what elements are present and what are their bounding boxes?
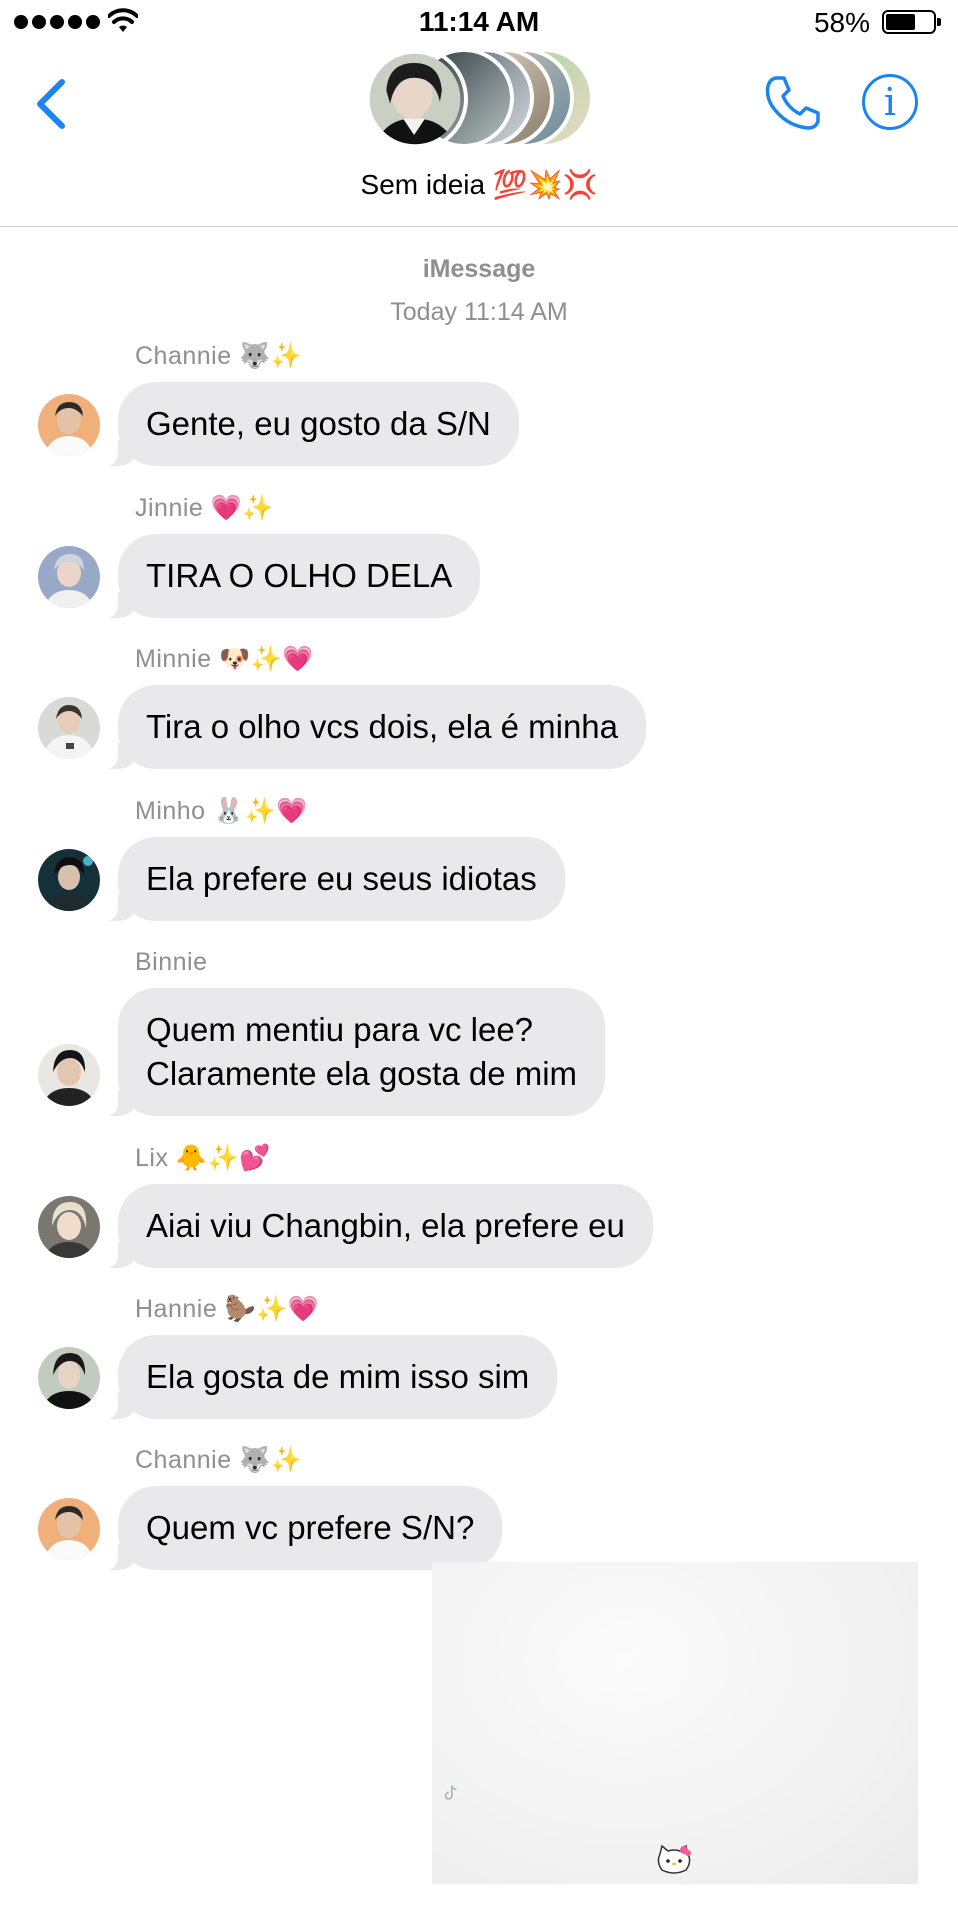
message-text: Quem vc prefere S/N? xyxy=(146,1509,475,1546)
message-bubble[interactable]: Gente, eu gosto da S/N xyxy=(100,382,519,466)
sender-avatar[interactable] xyxy=(38,1347,100,1409)
message-text: Ela gosta de mim isso sim xyxy=(146,1358,530,1395)
sender-name: Hannie 🦫✨💗 xyxy=(135,1295,320,1323)
service-label: iMessage xyxy=(422,255,536,283)
sender-name: Minnie 🐶✨💗 xyxy=(135,645,314,673)
sender-name: Channie 🐺✨ xyxy=(135,1446,303,1474)
message-bubble[interactable]: Quem vc prefere S/N? xyxy=(99,1486,503,1570)
message-text: Tira o olho vcs dois, ela é minha xyxy=(146,708,619,745)
message-bubble[interactable]: Quem mentiu para vc lee? Claramente ela … xyxy=(99,988,606,1116)
sender-name: Channie 🐺✨ xyxy=(135,342,303,370)
thread-timestamp: Today 11:14 AM xyxy=(390,298,568,326)
message-bubble[interactable]: Tira o olho vcs dois, ela é minha xyxy=(99,685,647,769)
tiktok-icon xyxy=(444,1785,457,1800)
sender-avatar[interactable] xyxy=(38,1498,100,1560)
sender-avatar[interactable] xyxy=(38,546,100,608)
message-bubble[interactable]: Aiai viu Changbin, ela prefere eu xyxy=(100,1184,653,1268)
sender-avatar[interactable] xyxy=(38,849,100,911)
battery-icon xyxy=(882,10,941,34)
info-icon[interactable]: i xyxy=(862,74,918,130)
sender-name: Jinnie 💗✨ xyxy=(135,494,275,522)
group-photo-avatar xyxy=(362,46,468,152)
message-text: Aiai viu Changbin, ela prefere eu xyxy=(146,1207,625,1244)
sender-name: Minho 🐰✨💗 xyxy=(135,797,308,825)
sender-avatar[interactable] xyxy=(38,697,100,759)
message-text: Ela prefere eu seus idiotas xyxy=(146,860,537,897)
video-overlay[interactable] xyxy=(432,1562,918,1884)
conversation-header: Sem ideia 💯💥💢 i xyxy=(0,44,958,227)
sender-avatar[interactable] xyxy=(38,1196,100,1258)
message-text: Gente, eu gosto da S/N xyxy=(146,405,491,442)
message-text-line: Claramente ela gosta de mim xyxy=(146,1055,578,1092)
sender-avatar[interactable] xyxy=(38,1044,100,1106)
message-text: TIRA O OLHO DELA xyxy=(146,557,453,594)
message-bubble[interactable]: Ela gosta de mim isso sim xyxy=(99,1335,558,1419)
sender-name: Binnie xyxy=(135,948,208,976)
hello-kitty-icon xyxy=(657,1844,691,1874)
phone-icon[interactable] xyxy=(762,72,824,134)
message-bubble[interactable]: TIRA O OLHO DELA xyxy=(99,534,481,618)
group-avatar-stack[interactable] xyxy=(362,46,602,152)
message-bubble[interactable]: Ela prefere eu seus idiotas xyxy=(100,837,565,921)
status-bar: 11:14 AM 58% xyxy=(0,0,958,44)
message-text-line: Quem mentiu para vc lee? xyxy=(146,1011,534,1048)
sender-name: Lix 🐥✨💕 xyxy=(135,1144,271,1172)
sender-avatar[interactable] xyxy=(38,394,100,456)
back-chevron-icon[interactable] xyxy=(30,74,74,134)
battery-percentage: 58% xyxy=(813,7,870,38)
group-name[interactable]: Sem ideia 💯💥💢 xyxy=(0,168,958,201)
